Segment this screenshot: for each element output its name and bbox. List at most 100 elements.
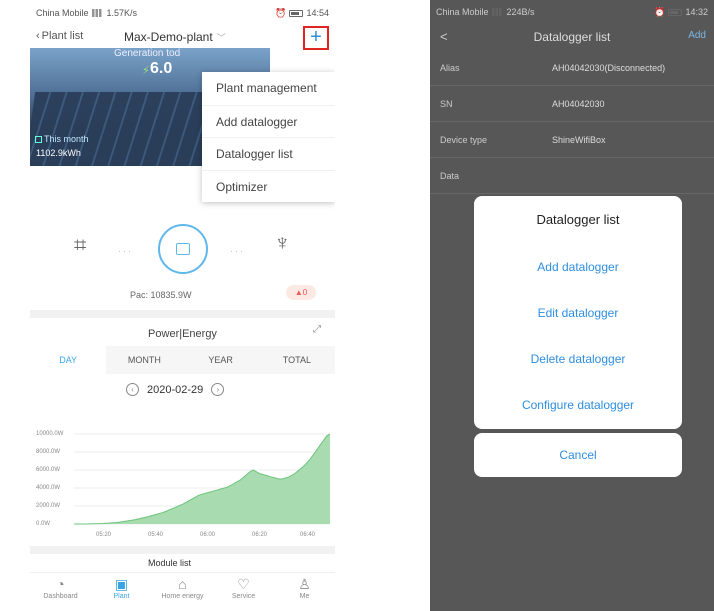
calendar-icon (35, 135, 42, 143)
menu-datalogger-list[interactable]: Datalogger list (202, 137, 335, 170)
nav-home-energy-label: Home energy (161, 593, 204, 600)
configure-datalogger-option[interactable]: Configure datalogger (474, 382, 682, 428)
signal-icon (491, 8, 504, 16)
y-tick: 0.0W (36, 521, 51, 527)
bottom-nav: ◔ Dashboard ▣ Plant ⌂ Home energy ♡ Serv… (30, 572, 335, 611)
carrier-label: China Mobile (36, 8, 89, 18)
this-month-row: This month (35, 134, 89, 144)
tab-month[interactable]: MONTH (106, 346, 182, 374)
datalogger-action-sheet: Datalogger list Add datalogger Edit data… (474, 196, 682, 429)
power-energy-title: Power|Energy (148, 328, 217, 340)
power-chart: 10000.0W 8000.0W 6000.0W 4000.0W 2000.0W… (30, 418, 335, 546)
signal-icon (91, 9, 104, 17)
nav-plant[interactable]: ▣ Plant (91, 573, 152, 611)
current-date[interactable]: 2020-02-29 (147, 384, 203, 396)
back-to-plant-list[interactable]: ‹ Plant list (36, 30, 83, 42)
y-tick: 8000.0W (36, 449, 61, 455)
x-tick: 05:40 (148, 532, 164, 538)
y-tick: 6000.0W (36, 467, 61, 473)
add-dropdown-menu: Plant management Add datalogger Datalogg… (202, 72, 335, 202)
pac-value: Pac: 10835.9W (130, 290, 192, 300)
flow-dots-right: ··· (230, 246, 245, 256)
nav-service-label: Service (231, 593, 256, 600)
add-button[interactable]: Add (688, 30, 706, 41)
section-divider (30, 546, 335, 554)
network-speed: 1.57K/s (106, 8, 138, 18)
datalogger-details: Alias AH04042030(Disconnected) SN AH0404… (430, 50, 714, 194)
network-speed: 224B/s (506, 7, 535, 17)
power-area (74, 434, 330, 524)
inverter-icon[interactable] (158, 224, 208, 274)
flow-dots-left: ··· (118, 246, 133, 256)
power-tower-icon: ♆ (274, 230, 291, 255)
y-tick: 4000.0W (36, 485, 61, 491)
nav-me-label: Me (299, 593, 310, 600)
add-menu-button[interactable]: + (303, 26, 329, 50)
status-bar: China Mobile 224B/s ⏰ 14:32 (430, 0, 714, 24)
plant-name: Max-Demo-plant (124, 30, 213, 44)
detail-value: AH04042030(Disconnected) (552, 62, 666, 73)
detail-value: AH04042030 (552, 98, 605, 109)
x-tick: 06:00 (200, 532, 216, 538)
lightning-icon: ⚡ (142, 65, 150, 77)
alarm-clock-icon: ⏰ (654, 6, 666, 17)
plant-selector[interactable]: Max-Demo-plant ﹀ (124, 30, 226, 44)
nav-me[interactable]: ♙ Me (274, 573, 335, 611)
alarm-count: 0 (302, 288, 308, 297)
back-label: Plant list (41, 30, 84, 42)
x-tick: 06:20 (252, 532, 268, 538)
battery-icon (289, 9, 304, 17)
status-bar: China Mobile 1.57K/s ⏰ 14:54 (30, 0, 335, 26)
clock-time: 14:32 (685, 7, 708, 17)
nav-dashboard[interactable]: ◔ Dashboard (30, 573, 91, 611)
nav-home-energy[interactable]: ⌂ Home energy (152, 573, 213, 611)
menu-plant-management[interactable]: Plant management (202, 72, 335, 105)
detail-value: ShineWifiBox (552, 134, 606, 145)
this-month-value: 1102.9kWh (36, 148, 81, 158)
chevron-down-icon: ﹀ (216, 32, 226, 43)
top-nav: ‹ Plant list Max-Demo-plant ﹀ + (30, 26, 335, 50)
energy-flow: ⌗ ··· ··· ♆ (30, 210, 335, 290)
module-list-label: Module list (148, 558, 192, 568)
clock-time: 14:54 (306, 8, 329, 18)
battery-icon (668, 8, 683, 16)
detail-key: Alias (440, 62, 460, 73)
sheet-title: Datalogger list (536, 212, 620, 227)
cancel-button[interactable]: Cancel (474, 433, 682, 477)
add-datalogger-option[interactable]: Add datalogger (474, 244, 682, 290)
y-tick: 2000.0W (36, 503, 61, 509)
delete-datalogger-option[interactable]: Delete datalogger (474, 336, 682, 382)
detail-row: Data (430, 158, 714, 194)
top-nav: < Datalogger list Add (430, 24, 714, 50)
plant-icon: ▣ (114, 576, 129, 592)
detail-key: SN (440, 98, 453, 109)
next-date-button[interactable]: › (211, 383, 225, 396)
prev-date-button[interactable]: ‹ (126, 383, 139, 396)
alarm-badge[interactable]: ▲0 (286, 285, 316, 300)
generation-today-label: Generation tod (114, 48, 181, 59)
carrier-label: China Mobile (436, 7, 489, 17)
nav-dashboard-label: Dashboard (43, 593, 78, 600)
detail-key: Device type (440, 134, 488, 145)
x-tick: 06:40 (300, 532, 316, 538)
expand-icon[interactable]: ⤢ (313, 324, 321, 335)
edit-datalogger-option[interactable]: Edit datalogger (474, 290, 682, 336)
dashboard-icon: ◔ (56, 576, 65, 592)
tab-total[interactable]: TOTAL (259, 346, 335, 374)
alarm-clock-icon: ⏰ (275, 7, 287, 18)
user-icon: ♙ (298, 576, 311, 592)
generation-today-value: 6.0 (150, 60, 173, 77)
tab-year[interactable]: YEAR (183, 346, 259, 374)
period-tabs: DAY MONTH YEAR TOTAL (30, 346, 335, 374)
nav-plant-label: Plant (113, 593, 130, 600)
detail-row: SN AH04042030 (430, 86, 714, 122)
menu-optimizer[interactable]: Optimizer (202, 169, 335, 203)
left-screen: China Mobile 1.57K/s ⏰ 14:54 ‹ Plant lis… (30, 0, 335, 611)
menu-add-datalogger[interactable]: Add datalogger (202, 104, 335, 138)
right-screen: China Mobile 224B/s ⏰ 14:32 < Datalogger… (430, 0, 714, 611)
x-tick: 05:20 (96, 532, 112, 538)
home-icon: ⌂ (178, 576, 187, 592)
chevron-left-icon: ‹ (36, 30, 40, 42)
tab-day[interactable]: DAY (30, 346, 107, 374)
nav-service[interactable]: ♡ Service (213, 573, 274, 611)
